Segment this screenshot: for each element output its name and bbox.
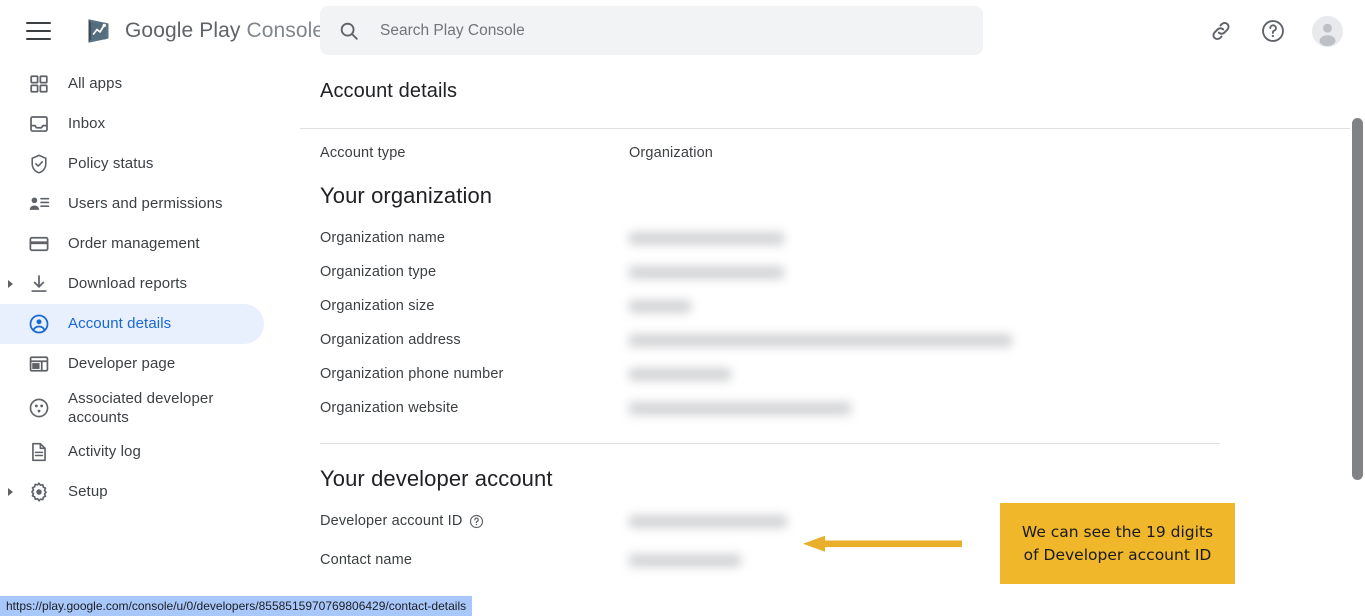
sidebar-item-label: Inbox [68,115,106,133]
top-bar-actions [1208,0,1343,62]
sidebar-item-label: Setup [68,483,108,501]
brand-google-play: Google Play [125,19,241,42]
sidebar-item-all-apps[interactable]: All apps [0,64,264,104]
main-sidebar: All apps Inbox Policy status Users and p… [0,62,300,616]
field-value-redacted [629,265,784,279]
sidebar-item-label: Order management [68,235,200,253]
sidebar-item-label: Activity log [68,443,141,461]
field-label: Organization name [320,230,446,246]
download-icon [28,273,50,295]
sidebar-item-users-and-permissions[interactable]: Users and permissions [0,184,264,224]
field-row-organization-address: Organization address [300,332,1357,348]
search-box[interactable] [320,6,983,55]
brand-logo-link[interactable]: Google Play Console [85,16,324,46]
field-label-text: Developer account ID [320,513,463,529]
status-bar-url: https://play.google.com/console/u/0/deve… [0,596,473,616]
help-circle-icon[interactable] [469,514,484,529]
hamburger-menu-icon[interactable] [26,16,56,46]
field-row-organization-size: Organization size [300,298,1357,314]
annotation-line-2: of Developer account ID [1023,545,1212,564]
sidebar-item-label: All apps [68,75,123,93]
account-circle-icon [28,313,50,335]
section-heading-developer-account: Your developer account [320,466,553,491]
sidebar-item-policy-status[interactable]: Policy status [0,144,264,184]
sidebar-item-label: Policy status [68,155,154,173]
field-label: Contact name [320,552,413,568]
avatar-person-icon [1312,15,1343,47]
field-value-redacted [629,553,741,567]
page-title: Account details [320,80,458,102]
account-avatar[interactable] [1312,15,1343,47]
annotation-callout: We can see the 19 digits of Developer ac… [1000,503,1235,584]
link-icon[interactable] [1208,18,1234,44]
grid-apps-icon [28,73,50,95]
brand-console: Console [246,19,325,42]
field-value-redacted [629,514,787,528]
field-row-account-type: Account type Organization [300,145,1357,161]
sidebar-item-activity-log[interactable]: Activity log [0,432,264,472]
field-value-redacted [629,299,691,313]
inbox-icon [28,113,50,135]
help-icon[interactable] [1260,18,1286,44]
play-console-page: Google Play Console Search Play Console … [0,0,1365,616]
associated-accounts-icon [28,397,50,419]
section-heading-organization: Your organization [320,183,493,208]
sidebar-item-order-management[interactable]: Order management [0,224,264,264]
search-icon [340,22,358,40]
search-input[interactable] [380,15,940,46]
chevron-right-icon[interactable] [8,280,13,288]
divider-under-title [300,128,1357,129]
field-label: Organization address [320,332,461,348]
search-container [320,6,983,55]
credit-card-icon [28,233,50,255]
field-value-redacted [629,401,851,415]
field-label: Organization type [320,264,437,280]
sidebar-item-label: Account details [68,315,172,333]
field-label: Organization website [320,400,459,416]
sidebar-item-label: Developer page [68,355,176,373]
field-value-redacted [629,231,784,245]
sidebar-item-account-details[interactable]: Account details [0,304,264,344]
top-app-bar: Google Play Console [0,0,1365,62]
field-row-organization-website: Organization website [300,400,1357,416]
field-row-organization-name: Organization name [300,230,1357,246]
sidebar-item-developer-page[interactable]: Developer page [0,344,264,384]
gear-icon [28,481,50,503]
field-value-redacted [629,333,1012,347]
field-label: Account type [320,145,406,161]
vertical-scrollbar-track[interactable] [1350,62,1365,616]
sidebar-item-label: Download reports [68,275,188,293]
users-permissions-icon [28,193,50,215]
shield-check-icon [28,153,50,175]
document-lines-icon [28,441,50,463]
developer-page-icon [28,353,50,375]
brand-title: Google Play Console [125,19,324,43]
field-value-redacted [629,367,731,381]
google-play-console-logo-icon [88,19,109,43]
sidebar-item-download-reports[interactable]: Download reports [0,264,264,304]
chevron-right-icon[interactable] [8,488,13,496]
vertical-scrollbar-thumb[interactable] [1352,118,1363,480]
field-value: Organization [629,145,714,161]
sidebar-item-setup[interactable]: Setup [0,472,264,512]
field-label: Organization size [320,298,435,314]
sidebar-item-label: Users and permissions [68,195,223,213]
field-row-organization-phone-number: Organization phone number [300,366,1357,382]
field-label: Organization phone number [320,366,504,382]
sidebar-item-inbox[interactable]: Inbox [0,104,264,144]
annotation-arrow-icon [803,535,962,552]
annotation-line-1: We can see the 19 digits [1021,523,1214,542]
sidebar-item-label: Associated developer accounts [68,389,214,427]
field-label: Developer account ID [320,513,629,529]
sidebar-item-associated-developer-accounts[interactable]: Associated developer accounts [0,384,264,432]
field-row-organization-type: Organization type [300,264,1357,280]
divider-above-developer-section [320,443,1220,444]
